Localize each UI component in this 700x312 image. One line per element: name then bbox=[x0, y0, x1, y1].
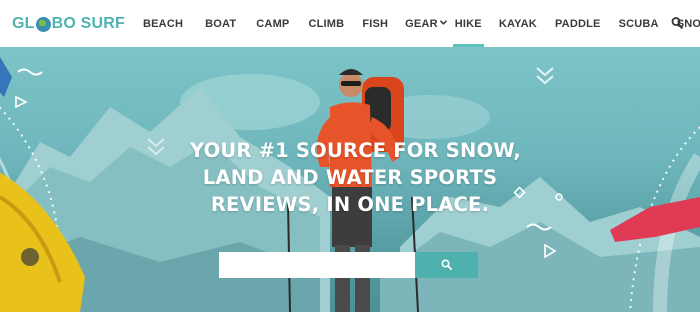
nav-item-scuba[interactable]: SCUBA bbox=[619, 0, 659, 47]
search-icon[interactable] bbox=[671, 16, 683, 30]
headline-line: YOUR #1 SOURCE FOR SNOW, bbox=[190, 139, 521, 162]
nav-label: PADDLE bbox=[554, 17, 601, 30]
site-header: GL BO SURF BEACH BOAT CAMP CLIMB FISH GE… bbox=[0, 0, 700, 47]
globe-icon bbox=[35, 16, 51, 32]
nav-item-camp[interactable]: CAMP bbox=[256, 0, 289, 47]
nav-item-hike[interactable]: HIKE bbox=[452, 0, 484, 47]
nav-label: HIKE bbox=[454, 17, 482, 30]
nav-label: CAMP bbox=[256, 17, 290, 30]
search-icon bbox=[441, 258, 452, 273]
logo-text-left: GL bbox=[12, 15, 35, 32]
headline-line: REVIEWS, IN ONE PLACE. bbox=[210, 193, 490, 216]
nav-label: BOAT bbox=[205, 17, 237, 30]
nav-item-gear[interactable]: GEAR bbox=[405, 0, 447, 47]
logo-text-right: BO SURF bbox=[51, 15, 126, 32]
nav-label: BEACH bbox=[143, 17, 184, 30]
nav-label: SCUBA bbox=[618, 17, 659, 30]
nav-item-fish[interactable]: FISH bbox=[362, 0, 388, 47]
site-logo[interactable]: GL BO SURF bbox=[12, 12, 125, 36]
hero-headline: YOUR #1 SOURCE FOR SNOW, LAND AND WATER … bbox=[190, 137, 521, 218]
nav-item-boat[interactable]: BOAT bbox=[205, 0, 236, 47]
search-input[interactable] bbox=[219, 252, 415, 278]
headline-line: LAND AND WATER SPORTS bbox=[202, 166, 498, 189]
hero-banner: YOUR #1 SOURCE FOR SNOW, LAND AND WATER … bbox=[0, 47, 700, 312]
nav-item-climb[interactable]: CLIMB bbox=[308, 0, 344, 47]
search-button[interactable] bbox=[415, 252, 478, 278]
nav-item-paddle[interactable]: PADDLE bbox=[555, 0, 601, 47]
nav-item-kayak[interactable]: KAYAK bbox=[499, 0, 537, 47]
chevron-down-icon bbox=[439, 18, 447, 27]
nav-label: FISH bbox=[362, 17, 389, 30]
main-nav: BEACH BOAT CAMP CLIMB FISH GEAR HIKE KAY… bbox=[143, 0, 700, 47]
nav-label: GEAR bbox=[405, 17, 438, 30]
nav-label: CLIMB bbox=[308, 17, 345, 30]
nav-label: KAYAK bbox=[498, 17, 537, 30]
nav-item-beach[interactable]: BEACH bbox=[143, 0, 183, 47]
